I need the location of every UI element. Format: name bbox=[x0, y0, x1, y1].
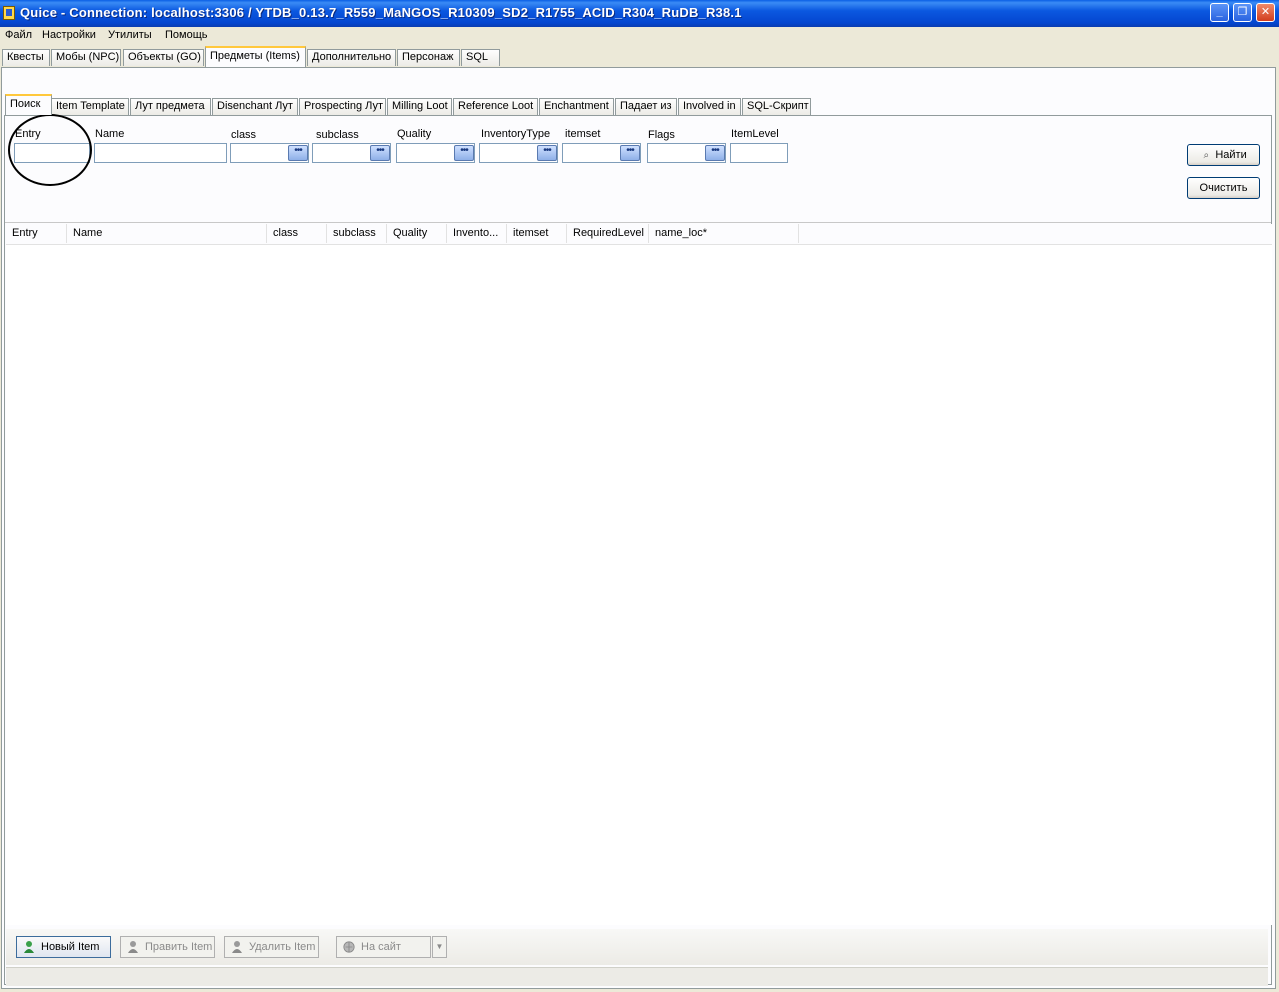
new-item-label: Новый Item bbox=[41, 941, 100, 953]
col-header-itemset[interactable]: itemset bbox=[507, 224, 567, 243]
flags-label: Flags bbox=[648, 129, 675, 141]
tab-sql[interactable]: SQL bbox=[461, 49, 500, 66]
tab-items[interactable]: Предметы (Items) bbox=[205, 46, 306, 67]
item-level-input[interactable] bbox=[730, 143, 788, 163]
tab-disenchant-loot[interactable]: Disenchant Лут bbox=[212, 98, 298, 115]
results-grid-header: Entry Name class subclass Quality Invent… bbox=[6, 224, 1272, 245]
restore-button[interactable]: ❐ bbox=[1233, 3, 1252, 22]
col-header-inventory-type[interactable]: Invento... bbox=[447, 224, 507, 243]
user-edit-icon bbox=[128, 941, 138, 953]
flags-picker-button[interactable]: ••• bbox=[705, 145, 725, 161]
search-filter-area bbox=[5, 116, 1271, 223]
tab-npc[interactable]: Мобы (NPC) bbox=[51, 49, 121, 66]
title-bar: Quice - Connection: localhost:3306 / YTD… bbox=[0, 0, 1279, 27]
items-subtabstrip: Поиск Item Template Лут предмета Disench… bbox=[3, 94, 1273, 116]
tab-sql-script[interactable]: SQL-Скрипт bbox=[742, 98, 811, 115]
window-title: Quice - Connection: localhost:3306 / YTD… bbox=[20, 5, 742, 20]
open-site-button[interactable]: На сайт bbox=[336, 936, 431, 958]
col-header-required-level[interactable]: RequiredLevel bbox=[567, 224, 649, 243]
col-header-quality[interactable]: Quality bbox=[387, 224, 447, 243]
name-label: Name bbox=[95, 128, 125, 140]
minimize-button[interactable]: _ bbox=[1210, 3, 1229, 22]
inventory-type-label: InventoryType bbox=[481, 128, 551, 140]
menu-bar: Файл Настройки Утилиты Помощь bbox=[0, 27, 1279, 45]
inventory-type-picker-button[interactable]: ••• bbox=[537, 145, 557, 161]
delete-item-button[interactable]: Удалить Item bbox=[224, 936, 319, 958]
itemset-picker-button[interactable]: ••• bbox=[620, 145, 640, 161]
user-delete-icon bbox=[232, 941, 242, 953]
col-header-name-loc[interactable]: name_loc* bbox=[649, 224, 799, 243]
menu-settings[interactable]: Настройки bbox=[42, 29, 96, 41]
results-grid-body[interactable] bbox=[6, 245, 1272, 925]
tab-milling-loot[interactable]: Milling Loot bbox=[387, 98, 452, 115]
tab-item-template[interactable]: Item Template bbox=[51, 98, 129, 115]
menu-file[interactable]: Файл bbox=[5, 29, 32, 41]
item-level-label: ItemLevel bbox=[731, 128, 779, 140]
tab-dropped-by[interactable]: Падает из bbox=[615, 98, 677, 115]
col-header-subclass[interactable]: subclass bbox=[327, 224, 387, 243]
tab-prospecting-loot[interactable]: Prospecting Лут bbox=[299, 98, 386, 115]
globe-icon bbox=[343, 941, 355, 953]
tab-involved-in[interactable]: Involved in bbox=[678, 98, 741, 115]
open-site-label: На сайт bbox=[361, 941, 401, 953]
quality-label: Quality bbox=[397, 128, 432, 140]
status-bar bbox=[6, 967, 1268, 986]
subclass-label: subclass bbox=[316, 129, 359, 141]
annotation-circle bbox=[8, 114, 92, 186]
user-add-icon bbox=[24, 941, 34, 953]
edit-item-button[interactable]: Править Item bbox=[120, 936, 215, 958]
app-icon bbox=[3, 6, 15, 20]
menu-utilities[interactable]: Утилиты bbox=[108, 29, 152, 41]
class-label: class bbox=[231, 129, 257, 141]
menu-help[interactable]: Помощь bbox=[165, 29, 208, 41]
col-header-name[interactable]: Name bbox=[67, 224, 267, 243]
close-button[interactable]: ✕ bbox=[1256, 3, 1275, 22]
find-button-label: Найти bbox=[1215, 149, 1247, 161]
main-tabstrip: Квесты Мобы (NPC) Объекты (GO) Предметы … bbox=[0, 46, 1279, 68]
find-button[interactable]: ⌕ Найти bbox=[1187, 144, 1260, 166]
quality-picker-button[interactable]: ••• bbox=[454, 145, 474, 161]
tab-item-loot[interactable]: Лут предмета bbox=[130, 98, 211, 115]
class-picker-button[interactable]: ••• bbox=[288, 145, 308, 161]
edit-item-label: Править Item bbox=[145, 941, 213, 953]
itemset-label: itemset bbox=[565, 128, 601, 140]
open-site-dropdown[interactable]: ▼ bbox=[432, 936, 447, 958]
col-header-entry[interactable]: Entry bbox=[6, 224, 67, 243]
find-icon: ⌕ bbox=[1203, 150, 1210, 161]
name-input[interactable] bbox=[94, 143, 227, 163]
tab-enchantment[interactable]: Enchantment bbox=[539, 98, 614, 115]
tab-quests[interactable]: Квесты bbox=[2, 49, 50, 66]
bottom-toolbar: Новый Item Править Item Удалить Item На … bbox=[6, 929, 1268, 965]
clear-button[interactable]: Очистить bbox=[1187, 177, 1260, 199]
tab-search[interactable]: Поиск bbox=[5, 94, 52, 115]
tab-reference-loot[interactable]: Reference Loot bbox=[453, 98, 538, 115]
tab-character[interactable]: Персонаж bbox=[397, 49, 460, 66]
new-item-button[interactable]: Новый Item bbox=[16, 936, 111, 958]
tab-gameobjects[interactable]: Объекты (GO) bbox=[123, 49, 204, 66]
col-header-class[interactable]: class bbox=[267, 224, 327, 243]
subclass-picker-button[interactable]: ••• bbox=[370, 145, 390, 161]
delete-item-label: Удалить Item bbox=[249, 941, 316, 953]
tab-additional[interactable]: Дополнительно bbox=[307, 49, 396, 66]
